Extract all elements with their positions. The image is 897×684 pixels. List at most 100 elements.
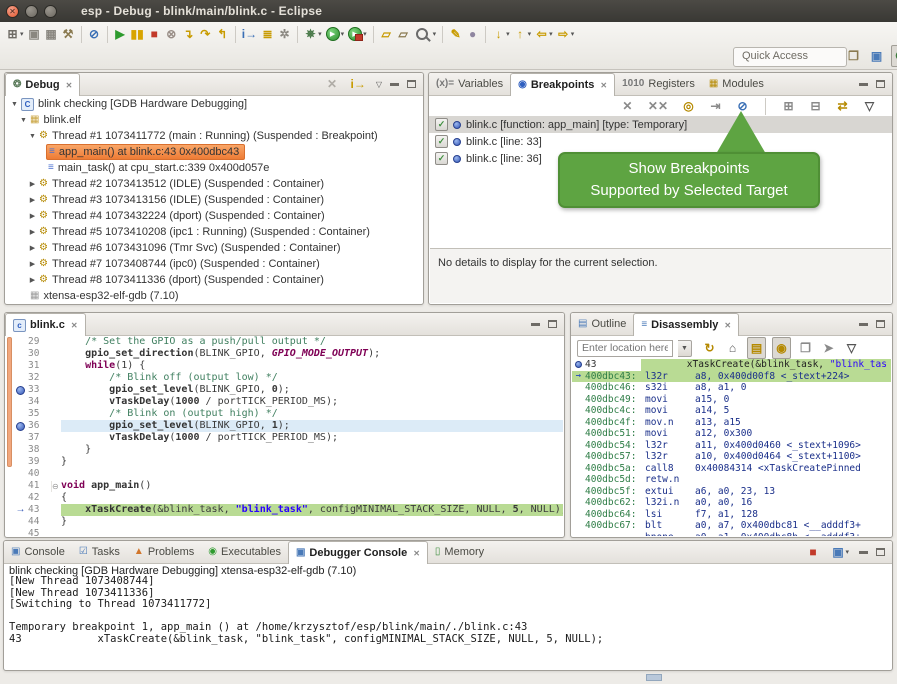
open-new-view-button[interactable]: ❐ xyxy=(797,338,814,358)
resize-grip[interactable] xyxy=(646,674,662,681)
breakpoint-checkbox[interactable]: ✓ xyxy=(435,152,448,165)
breakpoint-checkbox[interactable]: ✓ xyxy=(435,135,448,148)
maximize-icon[interactable] xyxy=(548,320,557,328)
next-annotation-button[interactable]: ↓▾ xyxy=(490,24,512,44)
tab-breakpoints[interactable]: ◉Breakpoints✕ xyxy=(510,73,615,96)
pin-view-button[interactable]: ➤ xyxy=(820,338,837,358)
open-perspective-button[interactable]: ❐ xyxy=(845,46,862,66)
tab-registers[interactable]: 1010Registers xyxy=(615,73,702,95)
view-menu-button[interactable]: ▽ xyxy=(861,96,878,116)
save-all-button[interactable]: ▦ xyxy=(43,24,60,44)
close-icon[interactable]: ✕ xyxy=(600,81,607,90)
last-edit-location-button[interactable]: ✎ xyxy=(447,24,464,44)
dropdown-arrow-icon[interactable]: ▾ xyxy=(341,30,345,38)
minimize-icon[interactable] xyxy=(859,83,868,86)
search-button[interactable]: ▾ xyxy=(412,24,439,44)
minimize-icon[interactable] xyxy=(390,83,399,86)
step-into-button[interactable]: ↴ xyxy=(180,24,197,44)
new-launch-button[interactable]: ✲ xyxy=(276,24,293,44)
location-dropdown-icon[interactable]: ▼ xyxy=(678,340,692,357)
open-resource-button[interactable]: ▱ xyxy=(395,24,412,44)
debug-tree-item[interactable]: ≡main_task() at cpu_start.c:339 0x400d05… xyxy=(6,160,422,176)
previous-annotation-button[interactable]: ↑▾ xyxy=(512,24,534,44)
minimize-icon[interactable] xyxy=(531,323,540,326)
dropdown-arrow-icon[interactable]: ▾ xyxy=(318,30,322,38)
console-output[interactable]: blink checking [GDB Hardware Debugging] … xyxy=(5,564,891,669)
debug-tree-item[interactable]: ▼▦blink.elf xyxy=(6,112,422,128)
new-wizard-button[interactable]: ⊞▾ xyxy=(4,24,26,44)
refresh-view-button[interactable]: ↻ xyxy=(701,338,718,358)
tab-variables[interactable]: (x)=Variables xyxy=(429,73,510,95)
dropdown-arrow-icon[interactable]: ▾ xyxy=(433,30,437,38)
expand-all-button[interactable]: ⊞ xyxy=(780,96,797,116)
disconnect-button[interactable]: ⊗ xyxy=(163,24,180,44)
debug-tree-item[interactable]: ▼⚙Thread #1 1073411772 (main : Running) … xyxy=(6,128,422,144)
step-return-button[interactable]: ↰ xyxy=(214,24,231,44)
breakpoint-checkbox[interactable]: ✓ xyxy=(435,118,448,131)
view-menu-button[interactable]: ▽ xyxy=(843,338,860,358)
breakpoint-row[interactable]: ✓blink.c [line: 33] xyxy=(429,133,892,150)
tab-debugger-console[interactable]: ▣Debugger Console✕ xyxy=(288,541,428,564)
home-button[interactable]: ⌂ xyxy=(724,338,741,358)
open-element-button[interactable]: ▱ xyxy=(378,24,395,44)
terminate-button[interactable]: ■ xyxy=(146,24,163,44)
quick-access-box[interactable]: Quick Access xyxy=(733,47,847,67)
show-supported-breakpoints-button[interactable]: ◎ xyxy=(680,96,697,116)
debug-tree-item[interactable]: ▶⚙Thread #7 1073408744 (ipc0) (Suspended… xyxy=(6,256,422,272)
tab-debug[interactable]: ❂ Debug ✕ xyxy=(5,73,80,96)
tab-tasks[interactable]: ☑Tasks xyxy=(72,541,127,563)
close-icon[interactable]: ✕ xyxy=(71,321,78,330)
external-tools-button[interactable]: ▶▾ xyxy=(346,24,369,44)
run-button[interactable]: ▶▾ xyxy=(324,24,347,44)
dropdown-arrow-icon[interactable]: ▾ xyxy=(571,30,575,38)
tab-modules[interactable]: ▦Modules xyxy=(702,73,771,95)
dropdown-arrow-icon[interactable]: ▾ xyxy=(363,30,367,38)
debug-tree-item[interactable]: ▦xtensa-esp32-elf-gdb (7.10) xyxy=(6,288,422,303)
remove-breakpoint-button[interactable]: ✕ xyxy=(619,96,636,116)
sync-context-toggle[interactable]: ◉ xyxy=(772,337,791,359)
maximize-icon[interactable] xyxy=(876,80,885,88)
maximize-icon[interactable] xyxy=(407,80,416,88)
tab-disassembly[interactable]: ≡Disassembly✕ xyxy=(633,313,739,336)
close-icon[interactable]: ✕ xyxy=(724,321,731,330)
dropdown-arrow-icon[interactable]: ▾ xyxy=(506,30,510,38)
close-icon[interactable]: ✕ xyxy=(413,549,420,558)
dropdown-arrow-icon[interactable]: ▾ xyxy=(20,30,24,38)
window-maximize-button[interactable] xyxy=(44,5,57,18)
tab-outline[interactable]: ▤Outline xyxy=(571,313,633,335)
remove-all-breakpoints-button[interactable]: ✕✕ xyxy=(646,96,670,116)
location-input[interactable] xyxy=(577,340,673,357)
skip-all-breakpoints-button[interactable]: ⊘ xyxy=(86,24,103,44)
terminate-console-button[interactable]: ■ xyxy=(804,542,821,562)
minimize-icon[interactable] xyxy=(859,551,868,554)
breakpoint-icon[interactable] xyxy=(16,422,25,431)
save-button[interactable]: ▣ xyxy=(26,24,43,44)
disassembly-listing[interactable]: 43 xTaskCreate(&blink_task, "blink_tas→4… xyxy=(572,359,891,536)
show-source-toggle[interactable]: ▤ xyxy=(747,337,766,359)
tab-console[interactable]: ▣Console xyxy=(4,541,72,563)
tab-memory[interactable]: ▯Memory xyxy=(428,541,491,563)
back-button[interactable]: ⇦▾ xyxy=(533,24,555,44)
display-selected-console-button[interactable]: ▣▾ xyxy=(829,542,851,562)
debug-tree-item[interactable]: ≡app_main() at blink.c:43 0x400dbc43 xyxy=(6,144,422,160)
debug-tree-item[interactable]: ▶⚙Thread #6 1073431096 (Tmr Svc) (Suspen… xyxy=(6,240,422,256)
view-menu-icon[interactable]: ▽ xyxy=(376,80,382,89)
tab-problems[interactable]: ▲Problems xyxy=(127,541,201,563)
dropdown-arrow-icon[interactable]: ▾ xyxy=(528,30,532,38)
debug-tree-item[interactable]: ▶⚙Thread #3 1073413156 (IDLE) (Suspended… xyxy=(6,192,422,208)
maximize-icon[interactable] xyxy=(876,320,885,328)
history-button[interactable]: ● xyxy=(464,24,481,44)
debug-tree-item[interactable]: ▶⚙Thread #4 1073432224 (dport) (Suspende… xyxy=(6,208,422,224)
breakpoint-icon[interactable] xyxy=(16,386,25,395)
window-close-button[interactable]: ✕ xyxy=(6,5,19,18)
maximize-icon[interactable] xyxy=(876,548,885,556)
debug-perspective-button[interactable]: ❂ xyxy=(891,45,897,67)
resume-button[interactable]: ▶ xyxy=(112,24,129,44)
debug-tree-item[interactable]: ▼Cblink checking [GDB Hardware Debugging… xyxy=(6,96,422,112)
cpp-perspective-button[interactable]: ▣ xyxy=(868,46,885,66)
debug-tree-item[interactable]: ▶⚙Thread #2 1073413512 (IDLE) (Suspended… xyxy=(6,176,422,192)
breakpoint-row[interactable]: ✓blink.c [function: app_main] [type: Tem… xyxy=(429,116,892,133)
debug-tree-item[interactable]: ▶⚙Thread #8 1073411336 (dport) (Suspende… xyxy=(6,272,422,288)
collapse-all-button[interactable]: ⊟ xyxy=(807,96,824,116)
build-button[interactable]: ⚒ xyxy=(60,24,77,44)
